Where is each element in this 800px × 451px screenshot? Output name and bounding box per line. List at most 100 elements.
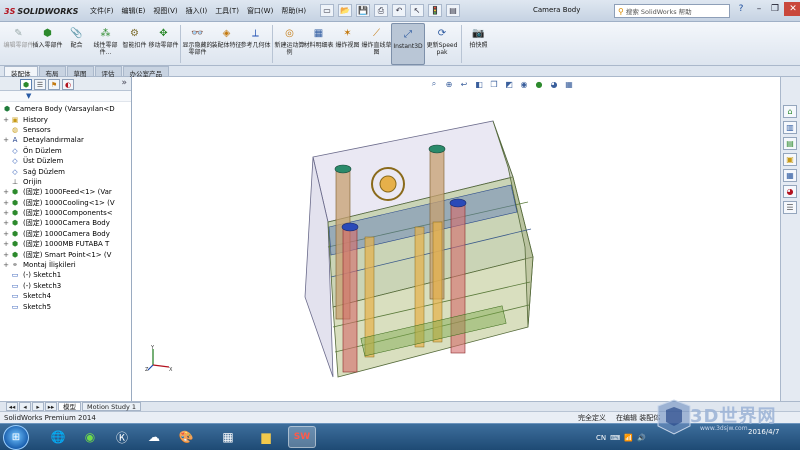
rebuild-icon[interactable]: 🚦 [428, 4, 442, 17]
design-library-2-icon[interactable]: ▤ [783, 137, 797, 150]
snapshot-button[interactable]: 📷 拍快照 [464, 23, 493, 65]
reference-geometry-button[interactable]: ⟂ 参考几何体 [241, 23, 271, 65]
undo-icon[interactable]: ↶ [392, 4, 406, 17]
tab-assembly[interactable]: 装配体 [4, 66, 38, 78]
design-library-icon[interactable]: ▥ [783, 121, 797, 134]
menu-tools[interactable]: 工具(T) [215, 6, 239, 16]
show-hidden-button[interactable]: 👓 显示隐藏的零部件 [183, 23, 213, 65]
menu-edit[interactable]: 编辑(E) [122, 6, 146, 16]
tree-item[interactable]: + ⬢ (固定) 1000Components< [0, 208, 131, 218]
motion-study-button[interactable]: ◎ 新建运动算例 [275, 23, 305, 65]
options-icon[interactable]: ▤ [446, 4, 460, 17]
menu-window[interactable]: 窗口(W) [247, 6, 273, 16]
k-app-icon[interactable]: Ⓚ [108, 426, 136, 448]
solidworks-logo[interactable]: 3S SOLIDWORKS [4, 5, 78, 17]
insert-component-button[interactable]: ⬢ 插入零部件 [33, 23, 63, 65]
close-icon[interactable]: ✕ [784, 2, 800, 16]
expand-toggle-icon[interactable]: + [2, 219, 10, 227]
tree-item[interactable]: + ⬢ (固定) 1000MB FUTABA T [0, 239, 131, 249]
tree-item[interactable]: + ⬢ (固定) 1000Camera Body [0, 218, 131, 228]
first-tab-icon[interactable]: ◂◂ [6, 402, 18, 411]
view-palette-icon[interactable]: ▦ [783, 169, 797, 182]
tray-volume-icon[interactable]: 🔊 [637, 434, 646, 442]
calculator-icon[interactable]: ▦ [214, 426, 242, 448]
tree-item[interactable]: ▭ (-) Sketch1 [0, 270, 131, 280]
expand-toggle-icon[interactable]: + [2, 251, 10, 259]
expand-toggle-icon[interactable]: + [2, 116, 10, 124]
tab-motion-study[interactable]: Motion Study 1 [82, 402, 142, 411]
select-icon[interactable]: ↖ [410, 4, 424, 17]
expand-toggle-icon[interactable]: + [2, 230, 10, 238]
tree-item[interactable]: + ⬢ (固定) 1000Cooling<1> (V [0, 198, 131, 208]
tree-item[interactable]: ◇ Sağ Düzlem [0, 166, 131, 176]
tab-sketch[interactable]: 草图 [66, 66, 94, 78]
tree-item[interactable]: ▭ Sketch4 [0, 291, 131, 301]
file-explorer-icon[interactable]: ▣ [783, 153, 797, 166]
expand-toggle-icon[interactable]: + [2, 136, 10, 144]
folder-icon[interactable]: ▆ [252, 426, 280, 448]
propertymanager-tab-icon[interactable]: ☰ [34, 79, 46, 90]
graphics-area[interactable]: ⌕ ⊕ ↩ ◧ ❒ ◩ ◉ ● ◕ ▦ Y X Z [133, 77, 780, 401]
assembly-feature-button[interactable]: ◈ 装配体特征 [212, 23, 242, 65]
tree-item[interactable]: ⊥ Orijin [0, 177, 131, 187]
restore-icon[interactable]: ❐ [768, 2, 782, 16]
speedpak-button[interactable]: ⟳ 更新Speedpak [425, 23, 459, 65]
tree-root[interactable]: ⬢ Camera Body (Varsayılan<D [0, 104, 131, 114]
solidworks-resources-icon[interactable]: ⌂ [783, 105, 797, 118]
tree-item[interactable]: ◍ Sensors [0, 125, 131, 135]
expand-toggle-icon[interactable]: + [2, 261, 10, 269]
explode-line-button[interactable]: ⟋ 爆炸直线草图 [362, 23, 392, 65]
solidworks-icon[interactable]: SW [288, 426, 316, 448]
menu-file[interactable]: 文件(F) [90, 6, 114, 16]
tab-layout[interactable]: 布局 [38, 66, 66, 78]
tree-filter[interactable]: ▼ [0, 91, 131, 102]
display-manager-tab-icon[interactable]: ◐ [62, 79, 74, 90]
tree-item[interactable]: + A Detaylandırmalar [0, 135, 131, 145]
tree-item[interactable]: ▭ (-) Sketch3 [0, 281, 131, 291]
tree-item[interactable]: + ⬢ (固定) 1000Camera Body [0, 229, 131, 239]
open-icon[interactable]: 📂 [338, 4, 352, 17]
explorer-icon[interactable]: 🌐 [44, 426, 72, 448]
instant3d-button[interactable]: ⤢ Instant3D [391, 23, 425, 65]
print-icon[interactable]: ⎙ [374, 4, 388, 17]
tray-keyboard-icon[interactable]: ⌨ [610, 434, 620, 442]
tree-item[interactable]: + ⬢ (固定) Smart Point<1> (V [0, 249, 131, 259]
edit-component-button[interactable]: ✎ 编辑零部件 [4, 23, 34, 65]
tree-item[interactable]: + ⚭ Montaj İlişkileri [0, 260, 131, 270]
move-component-button[interactable]: ✥ 移动零部件 [149, 23, 179, 65]
360-browser-icon[interactable]: ◉ [76, 426, 104, 448]
tree-item[interactable]: ◇ Üst Düzlem [0, 156, 131, 166]
save-icon[interactable]: 💾 [356, 4, 370, 17]
configurationmanager-tab-icon[interactable]: ⚑ [48, 79, 60, 90]
linear-pattern-button[interactable]: ⁂ 线性零部件... [91, 23, 120, 65]
expand-toggle-icon[interactable]: + [2, 209, 10, 217]
menu-insert[interactable]: 插入(I) [186, 6, 208, 16]
expand-toggle-icon[interactable]: + [2, 240, 10, 248]
tree-item[interactable]: + ▣ History [0, 114, 131, 124]
tree-item[interactable]: ◇ Ön Düzlem [0, 146, 131, 156]
mold-assembly-model[interactable] [133, 77, 780, 401]
mate-button[interactable]: 📎 配合 [62, 23, 91, 65]
start-button[interactable]: ⊞ [3, 425, 29, 450]
expand-toggle-icon[interactable]: + [2, 199, 10, 207]
exploded-view-button[interactable]: ✶ 爆炸视图 [333, 23, 362, 65]
bom-button[interactable]: ▦ 材料明细表 [304, 23, 334, 65]
minimize-icon[interactable]: – [752, 2, 766, 16]
expand-toggle-icon[interactable]: + [2, 188, 10, 196]
tray-network-icon[interactable]: 📶 [624, 434, 633, 442]
custom-properties-icon[interactable]: ☰ [783, 201, 797, 214]
new-document-icon[interactable]: ▭ [320, 4, 334, 17]
menu-view[interactable]: 视图(V) [153, 6, 177, 16]
prev-tab-icon[interactable]: ◂ [19, 402, 31, 411]
tab-office-products[interactable]: 办公室产品 [122, 66, 169, 78]
expand-pane-icon[interactable]: » [121, 78, 127, 88]
tab-evaluate[interactable]: 评估 [94, 66, 122, 78]
baidu-cloud-icon[interactable]: ☁ [140, 426, 168, 448]
next-tab-icon[interactable]: ▸ [32, 402, 44, 411]
last-tab-icon[interactable]: ▸▸ [45, 402, 57, 411]
menu-help[interactable]: 帮助(H) [281, 6, 306, 16]
language-indicator[interactable]: CN [596, 434, 606, 442]
help-question-icon[interactable]: ? [734, 4, 748, 18]
featuremanager-tab-icon[interactable]: ⬢ [20, 79, 32, 90]
tree-item[interactable]: ▭ Sketch5 [0, 301, 131, 311]
